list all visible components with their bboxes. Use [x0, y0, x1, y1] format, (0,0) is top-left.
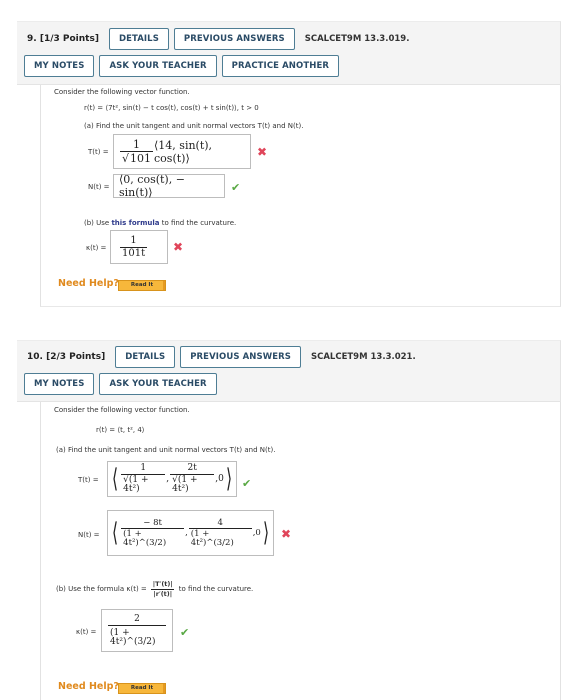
q9-part-a-prompt: (a) Find the unit tangent and unit norma… — [84, 122, 304, 130]
q10-T-correct-icon: ✔ — [242, 477, 252, 490]
q10-problem-code: SCALCET9M 13.3.021. — [310, 352, 416, 362]
q10-number-points: 10. [2/3 Points] — [27, 352, 105, 362]
q10-T-label: T(t) = — [78, 476, 99, 484]
q10-N-answer[interactable]: ⟨ − 8t (1 + 4t²)^(3/2) , 4 (1 + 4t²)^(3/… — [107, 510, 274, 556]
q9-T-coef-num: 1 — [133, 138, 140, 151]
q10-kappa-num: 2 — [134, 613, 140, 624]
q10-T-c2-den: √(1 + 4t²) — [170, 474, 215, 494]
q10-T-answer[interactable]: ⟨ 1 √(1 + 4t²) , 2t √(1 + 4t²) ,0 ⟩ — [107, 461, 237, 497]
q9-kappa-incorrect-icon: ✖ — [173, 240, 184, 254]
q10-T-c2: 2t √(1 + 4t²) — [170, 463, 215, 494]
q9-read-it-button[interactable]: Read It — [118, 280, 166, 291]
q10-N-c1: − 8t (1 + 4t²)^(3/2) — [121, 517, 185, 548]
q10-N-c2-den: (1 + 4t²)^(3/2) — [188, 528, 252, 547]
q9-kappa-num: 1 — [130, 234, 137, 246]
q9-header-row1: 9. [1/3 Points] DETAILS PREVIOUS ANSWERS… — [27, 28, 409, 50]
q9-problem-code: SCALCET9M 13.3.019. — [304, 34, 410, 44]
q10-read-it-button[interactable]: Read It — [118, 683, 166, 694]
q9-kappa-den: 101t — [120, 246, 148, 259]
q10-N-c1-den: (1 + 4t²)^(3/2) — [121, 528, 185, 547]
q10-T-c1-num: 1 — [140, 463, 147, 473]
q9-previous-answers-button[interactable]: PREVIOUS ANSWERS — [173, 28, 295, 50]
q9-formula-link[interactable]: this formula — [111, 219, 159, 227]
q9-N-label: N(t) = — [88, 183, 110, 191]
q9-T-coef-den-value: 101 — [129, 151, 152, 165]
q10-curvature-formula: |T′(t)| |r′(t)| — [151, 581, 175, 597]
q9-N-answer[interactable]: ⟨0, cos(t), − sin(t)⟩ — [113, 173, 225, 199]
q9-part-b-prompt: (b) Use this formula to find the curvatu… — [84, 219, 236, 227]
q9-kappa-label: κ(t) = — [86, 244, 107, 252]
q9-need-help: Need Help? — [58, 278, 119, 289]
q9-N-vector: ⟨0, cos(t), − sin(t)⟩ — [119, 173, 185, 199]
q10-header-row1: 10. [2/3 Points] DETAILS PREVIOUS ANSWER… — [27, 346, 416, 368]
q10-intro: Consider the following vector function. — [54, 406, 190, 414]
q10-T-c1: 1 √(1 + 4t²) — [121, 463, 166, 494]
q10-N-c2-num: 4 — [217, 517, 223, 528]
q9-points: [1/3 Points] — [39, 34, 99, 44]
q9-my-notes-button[interactable]: MY NOTES — [24, 55, 95, 77]
q10-T-c1-den: √(1 + 4t²) — [121, 474, 166, 494]
q9-ask-teacher-button[interactable]: ASK YOUR TEACHER — [99, 55, 217, 77]
q9-T-vector: ⟨14, sin(t), cos(t)⟩ — [154, 138, 213, 165]
q10-N-label: N(t) = — [78, 531, 100, 539]
q9-part-b-suffix: to find the curvature. — [159, 219, 237, 227]
q10-number: 10. — [27, 352, 43, 362]
q9-number: 9. — [27, 34, 37, 44]
q9-T-coef-den: √101 — [120, 151, 154, 165]
q10-T-c2-num: 2t — [187, 463, 197, 473]
q10-details-button[interactable]: DETAILS — [115, 346, 176, 368]
q10-kappa-answer[interactable]: 2 (1 + 4t²)^(3/2) — [101, 609, 173, 652]
q10-points: [2/3 Points] — [46, 352, 106, 362]
q10-need-help: Need Help? — [58, 681, 119, 692]
q10-N-c2: 4 (1 + 4t²)^(3/2) — [188, 517, 252, 548]
q10-kappa-den: (1 + 4t²)^(3/2) — [108, 624, 166, 647]
q9-part-b-prefix: (b) Use — [84, 219, 112, 227]
q10-part-b-prompt: (b) Use the formula κ(t) = |T′(t)| |r′(t… — [56, 581, 253, 597]
q10-part-b-prefix: (b) Use the formula κ(t) = — [56, 585, 147, 593]
q10-N-c3: 0 — [255, 528, 261, 538]
q9-T-incorrect-icon: ✖ — [257, 145, 268, 159]
q10-T-left-angle: ⟨ — [112, 464, 119, 494]
q10-ask-teacher-button[interactable]: ASK YOUR TEACHER — [99, 373, 217, 395]
q10-previous-answers-button[interactable]: PREVIOUS ANSWERS — [180, 346, 301, 368]
q10-function: r(t) = ⟨t, t², 4⟩ — [96, 426, 145, 434]
q9-number-points: 9. [1/3 Points] — [27, 34, 99, 44]
q10-kappa-frac: 2 (1 + 4t²)^(3/2) — [108, 613, 166, 647]
q10-T-right-angle: ⟩ — [225, 464, 232, 494]
q10-N-left-angle: ⟨ — [112, 518, 119, 548]
q10-formula-num: |T′(t)| — [152, 580, 173, 588]
q10-formula-den: |r′(t)| — [151, 588, 175, 598]
q10-header-row2: MY NOTES ASK YOUR TEACHER — [24, 373, 222, 395]
q9-T-answer[interactable]: 1 √101 ⟨14, sin(t), cos(t)⟩ — [113, 134, 251, 169]
q10-part-b-suffix: to find the curvature. — [178, 585, 254, 593]
q10-N-right-angle: ⟩ — [262, 518, 269, 548]
q10-N-incorrect-icon: ✖ — [281, 527, 292, 541]
q10-part-a-prompt: (a) Find the unit tangent and unit norma… — [56, 446, 276, 454]
q10-T-c3: 0 — [218, 474, 224, 484]
q9-header-row2: MY NOTES ASK YOUR TEACHER PRACTICE ANOTH… — [24, 55, 344, 77]
q10-kappa-label: κ(t) = — [76, 628, 97, 636]
q9-kappa-frac: 1 101t — [120, 234, 148, 259]
q9-N-correct-icon: ✔ — [231, 181, 241, 194]
q9-kappa-answer[interactable]: 1 101t — [110, 230, 168, 264]
q9-function: r(t) = ⟨7t², sin(t) − t cos(t), cos(t) +… — [84, 104, 259, 112]
q10-kappa-correct-icon: ✔ — [180, 626, 190, 639]
q9-T-label: T(t) = — [88, 148, 109, 156]
q10-N-c1-num: − 8t — [143, 517, 162, 528]
q9-details-button[interactable]: DETAILS — [108, 28, 169, 50]
q10-my-notes-button[interactable]: MY NOTES — [24, 373, 95, 395]
q9-intro: Consider the following vector function. — [54, 88, 190, 96]
q9-practice-another-button[interactable]: PRACTICE ANOTHER — [221, 55, 340, 77]
q9-T-coef: 1 √101 — [120, 138, 154, 165]
